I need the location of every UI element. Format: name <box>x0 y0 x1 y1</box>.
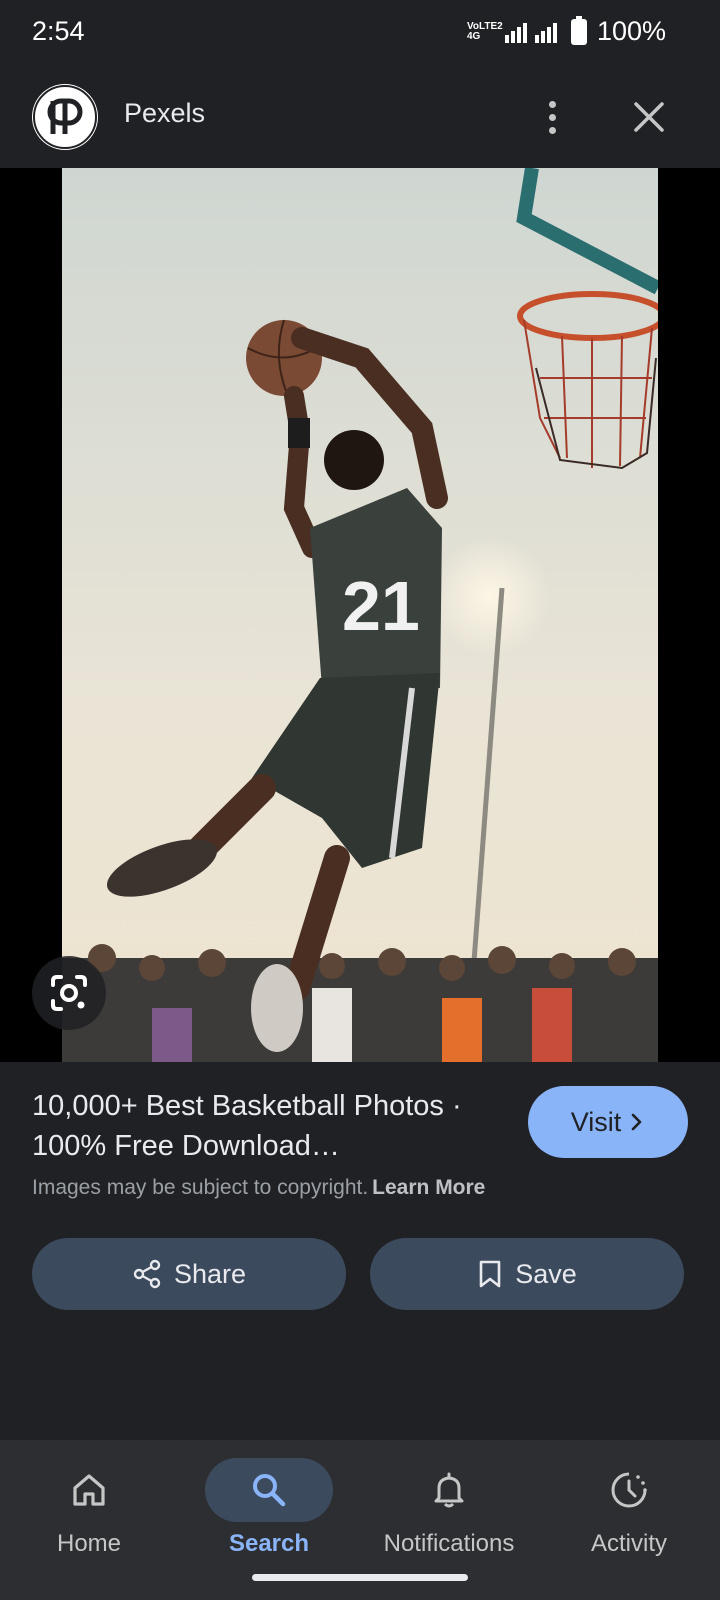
nav-search[interactable]: Search <box>184 1452 354 1572</box>
network-type-label: VoLTE2 4G <box>466 20 503 42</box>
lens-button[interactable] <box>32 956 106 1030</box>
visit-button[interactable]: Visit <box>528 1086 688 1158</box>
gesture-home-indicator[interactable] <box>252 1574 468 1581</box>
bookmark-icon <box>479 1260 501 1288</box>
chevron-right-icon <box>631 1113 642 1131</box>
nav-activity-label: Activity <box>590 1530 667 1557</box>
visit-label: Visit <box>570 1106 622 1137</box>
lens-icon <box>51 975 87 1011</box>
learn-more-link[interactable]: Learn More <box>372 1176 485 1199</box>
nav-notifications-label: Notifications <box>383 1530 515 1557</box>
signal-icon <box>504 21 527 43</box>
save-label: Save <box>515 1258 577 1289</box>
share-button[interactable]: Share <box>32 1238 346 1310</box>
signal-2-icon <box>534 21 557 43</box>
copyright-text: Images may be subject to copyright. <box>32 1176 369 1199</box>
bell-icon <box>434 1472 464 1508</box>
search-icon <box>253 1474 286 1507</box>
nav-search-label: Search <box>228 1530 310 1557</box>
close-button[interactable] <box>626 94 672 140</box>
result-info: 10,000+ Best Basketball Photos · 100% Fr… <box>0 1062 720 1440</box>
close-icon <box>634 102 664 132</box>
save-button[interactable]: Save <box>370 1238 684 1310</box>
result-title[interactable]: 10,000+ Best Basketball Photos · 100% Fr… <box>32 1086 512 1166</box>
activity-icon <box>611 1472 647 1508</box>
jersey-number: 21 <box>342 567 420 645</box>
nav-activity[interactable]: Activity <box>544 1452 714 1572</box>
status-time: 2:54 <box>32 16 85 46</box>
more-options-button[interactable] <box>532 92 572 142</box>
nav-home-label: Home <box>56 1530 122 1557</box>
home-icon <box>73 1474 105 1506</box>
battery-percent: 100% <box>596 16 666 46</box>
site-name[interactable]: Pexels <box>124 98 205 129</box>
share-label: Share <box>173 1258 247 1289</box>
image-viewer[interactable]: 21 <box>0 168 720 1062</box>
nav-home[interactable]: Home <box>4 1452 174 1572</box>
share-icon <box>133 1259 161 1289</box>
status-icons: VoLTE2 4G 100% <box>466 15 666 47</box>
viewer-header: Pexels <box>0 66 720 168</box>
pexels-logo-icon[interactable] <box>32 84 98 150</box>
basketball-photo[interactable]: 21 <box>62 168 658 1062</box>
nav-notifications[interactable]: Notifications <box>364 1452 534 1572</box>
battery-icon <box>570 15 587 45</box>
copyright-notice: Images may be subject to copyright. Learn… <box>32 1176 485 1200</box>
status-bar: 2:54 VoLTE2 4G 100% <box>0 0 720 66</box>
